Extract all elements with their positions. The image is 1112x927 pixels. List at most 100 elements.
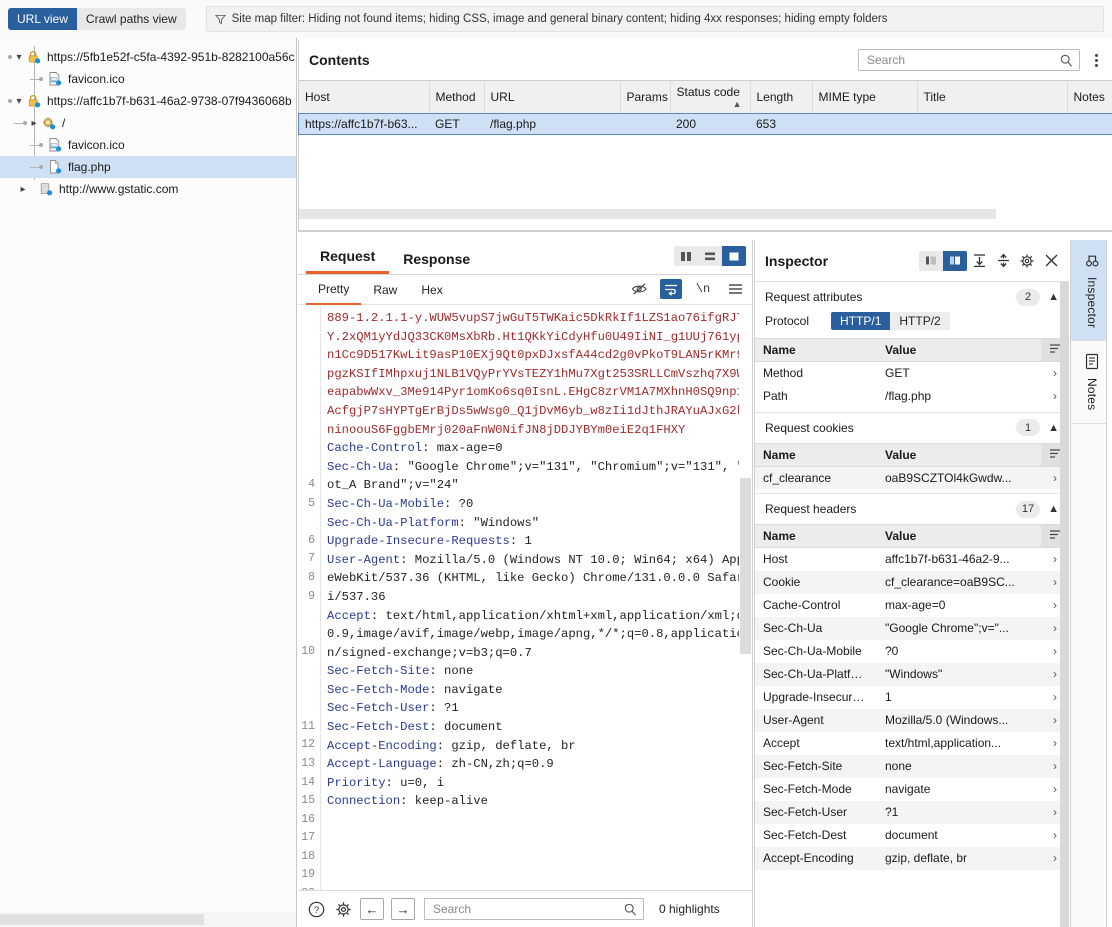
tab-hex[interactable]: Hex	[409, 276, 454, 304]
message-view-icon-group[interactable]: \n	[628, 279, 746, 299]
column-header-length[interactable]: Length	[750, 80, 813, 114]
request-editor[interactable]: 4 5 6 7 8 9 10 11 12 13 14 15 16 17 18 1…	[298, 306, 752, 890]
contents-horizontal-scrollbar[interactable]	[299, 209, 1112, 219]
header-name: Priority	[327, 775, 386, 790]
chevron-right-icon[interactable]: ▸	[16, 184, 30, 195]
chevron-up-icon[interactable]: ▲	[1048, 503, 1059, 515]
editor-layout-buttons[interactable]	[674, 246, 746, 266]
newline-icon[interactable]: \n	[692, 279, 714, 299]
table-row[interactable]: Sec-Ch-Ua-Mobile ?0 ›	[755, 640, 1069, 663]
gear-icon[interactable]	[1015, 250, 1039, 272]
editor-vertical-scrollbar[interactable]	[739, 306, 752, 890]
table-row[interactable]: Host affc1b7f-b631-46a2-9... ›	[755, 548, 1069, 571]
table-row[interactable]: Sec-Ch-Ua-Platform "Windows" ›	[755, 662, 1069, 686]
tree-node-favicon-1[interactable]: favicon.ico	[0, 68, 296, 90]
request-cookies-table[interactable]: Name Value cf_clearance oaB9SCZTOl4kGwdw…	[755, 442, 1069, 489]
request-attributes-table[interactable]: Name Value Method GET › Path /flag.php ›	[755, 338, 1069, 408]
site-map-tree-panel[interactable]: ▾ https://5fb1e52f-c5fa-4392-951b-828210…	[0, 38, 297, 927]
column-header-notes[interactable]: Notes	[1067, 80, 1112, 114]
tab-raw[interactable]: Raw	[361, 276, 409, 304]
split-vertical-icon[interactable]	[674, 246, 698, 266]
single-pane-icon[interactable]	[722, 246, 746, 266]
close-icon[interactable]	[1039, 250, 1063, 272]
scrollbar-thumb[interactable]	[740, 478, 751, 654]
arrow-left-icon[interactable]: ←	[360, 898, 384, 920]
arrow-right-icon[interactable]: →	[391, 898, 415, 920]
chevron-up-icon[interactable]: ▲	[1048, 422, 1059, 434]
table-row[interactable]: https://affc1b7f-b63... GET /flag.php 20…	[298, 112, 1112, 135]
request-headers-table[interactable]: Name Value Host affc1b7f-b631-46a2-9... › C…	[755, 524, 1069, 870]
column-header-mime-type[interactable]: MIME type	[812, 80, 918, 114]
collapse-all-icon[interactable]	[967, 250, 991, 272]
table-row[interactable]: Sec-Fetch-Dest document ›	[755, 824, 1069, 847]
gear-icon[interactable]	[333, 899, 353, 919]
scrollbar-thumb[interactable]	[0, 914, 204, 925]
inspector-vertical-scrollbar[interactable]	[1060, 282, 1069, 927]
message-view-tabs[interactable]: Pretty Raw Hex \n	[298, 275, 752, 305]
column-header-status-code[interactable]: Status code ▲	[670, 80, 751, 114]
chevron-up-icon[interactable]: ▲	[1048, 291, 1059, 303]
table-row[interactable]: Sec-Fetch-User ?1 ›	[755, 800, 1069, 824]
site-map-view-toggle[interactable]: URL view Crawl paths view	[8, 8, 186, 30]
column-header-method[interactable]: Method	[429, 80, 485, 114]
request-response-tabs[interactable]: Request Response	[298, 240, 752, 275]
table-row[interactable]: Sec-Fetch-Mode navigate ›	[755, 778, 1069, 801]
column-header-url[interactable]: URL	[484, 80, 621, 114]
table-row[interactable]: cf_clearance oaB9SCZTOl4kGwdw... ›	[755, 466, 1069, 489]
tab-url-view[interactable]: URL view	[8, 8, 77, 30]
hamburger-icon[interactable]	[724, 279, 746, 299]
request-raw-text[interactable]: 889-1.2.1.1-y.WUW5vupS7jwGuT5TWKaic5DkRk…	[321, 306, 752, 890]
tree-node-favicon-2[interactable]: favicon.ico	[0, 134, 296, 156]
layout-right-icon[interactable]	[943, 250, 967, 271]
chevron-right-icon[interactable]: ▸	[27, 118, 41, 129]
site-map-filter-bar[interactable]: Site map filter: Hiding not found items;…	[205, 6, 1104, 32]
table-row[interactable]: Accept text/html,application... ›	[755, 732, 1069, 755]
tab-response[interactable]: Response	[389, 251, 484, 274]
tree-node-host-2[interactable]: ▾ https://affc1b7f-b631-46a2-9738-07f943…	[0, 90, 296, 112]
column-header-title[interactable]: Title	[917, 80, 1068, 114]
protocol-toggle[interactable]: HTTP/1 HTTP/2	[831, 312, 950, 330]
table-row[interactable]: Sec-Fetch-Site none ›	[755, 754, 1069, 778]
table-row[interactable]: Path /flag.php ›	[755, 385, 1069, 408]
table-row[interactable]: Cookie cf_clearance=oaB9SC... ›	[755, 570, 1069, 594]
column-header-host[interactable]: Host	[299, 80, 430, 114]
column-header-params[interactable]: Params	[620, 80, 671, 114]
help-circle-icon[interactable]: ?	[306, 899, 326, 919]
site-map-tree[interactable]: ▾ https://5fb1e52f-c5fa-4392-951b-828210…	[0, 38, 296, 200]
table-row[interactable]: Sec-Ch-Ua "Google Chrome";v="... ›	[755, 616, 1069, 640]
tree-node-host-3[interactable]: ▸ http://www.gstatic.com	[0, 178, 296, 200]
contents-search-input[interactable]	[865, 52, 1060, 68]
contents-search-box[interactable]	[858, 49, 1080, 71]
split-horizontal-icon[interactable]	[698, 246, 722, 266]
table-row[interactable]: User-Agent Mozilla/5.0 (Windows... ›	[755, 708, 1069, 732]
scrollbar-thumb[interactable]	[299, 209, 996, 219]
section-request-cookies-header[interactable]: Request cookies 1 ▲	[755, 413, 1069, 443]
editor-search-box[interactable]	[424, 898, 644, 920]
protocol-option-http2[interactable]: HTTP/2	[890, 312, 950, 330]
table-row[interactable]: Upgrade-Insecure-Re... 1 ›	[755, 686, 1069, 709]
section-request-attributes-header[interactable]: Request attributes 2 ▲	[755, 282, 1069, 312]
table-row[interactable]: Cache-Control max-age=0 ›	[755, 594, 1069, 617]
tab-crawl-paths-view[interactable]: Crawl paths view	[76, 8, 186, 30]
scrollbar-thumb[interactable]	[1060, 282, 1069, 927]
table-row[interactable]: Method GET ›	[755, 362, 1069, 385]
word-wrap-icon[interactable]	[660, 279, 682, 299]
inspector-layout-toggle[interactable]	[919, 250, 967, 271]
eye-slash-icon[interactable]	[628, 279, 650, 299]
tab-pretty[interactable]: Pretty	[306, 275, 362, 305]
expand-all-icon[interactable]	[991, 250, 1015, 272]
chevron-down-icon[interactable]: ▾	[12, 96, 26, 107]
tree-node-flag-php[interactable]: flag.php	[0, 156, 296, 178]
contents-table[interactable]: Host Method URL Params Status code ▲ Len…	[298, 80, 1112, 135]
chevron-down-icon[interactable]: ▾	[12, 52, 26, 63]
editor-search-input[interactable]	[431, 901, 624, 917]
layout-left-icon[interactable]	[919, 251, 943, 271]
protocol-option-http1[interactable]: HTTP/1	[831, 312, 891, 330]
tree-node-root-folder[interactable]: ▸ /	[0, 112, 296, 134]
tree-node-host-1[interactable]: ▾ https://5fb1e52f-c5fa-4392-951b-828210…	[0, 46, 296, 68]
table-row[interactable]: Accept-Encoding gzip, deflate, br ›	[755, 846, 1069, 870]
tree-horizontal-scrollbar[interactable]	[0, 912, 296, 927]
tab-request[interactable]: Request	[306, 248, 390, 274]
contents-more-menu-icon[interactable]	[1086, 49, 1106, 71]
section-request-headers-header[interactable]: Request headers 17 ▲	[755, 494, 1069, 524]
